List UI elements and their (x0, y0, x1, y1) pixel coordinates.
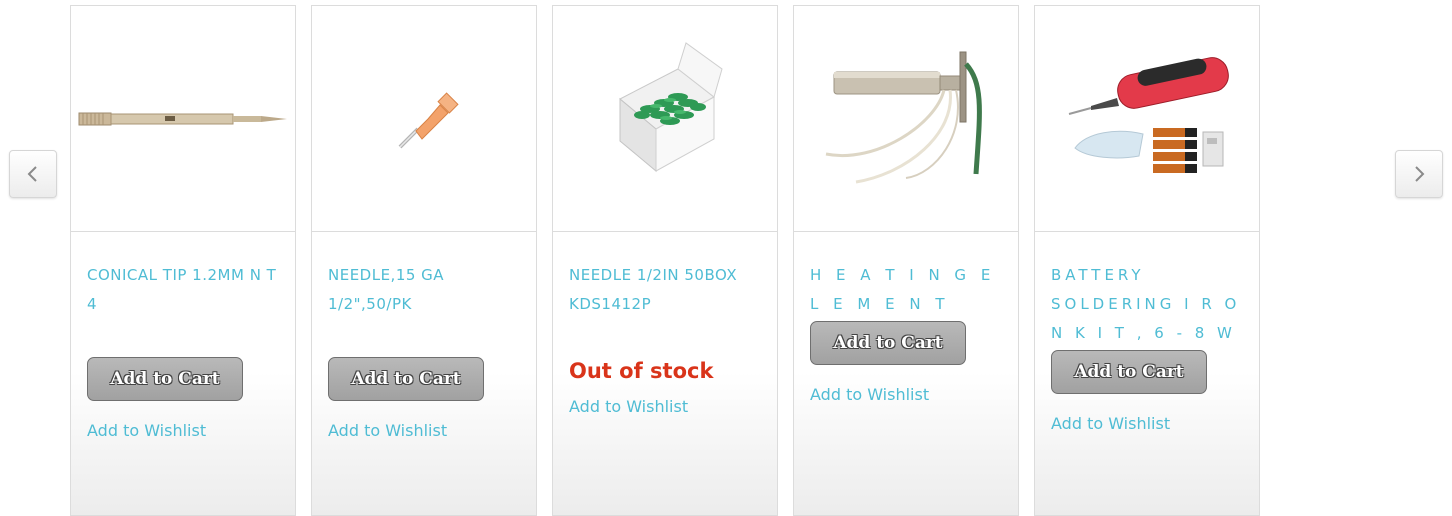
product-card: CONICAL TIP 1.2MM N T 4 Add to Cart Add … (70, 5, 296, 516)
add-to-wishlist-link[interactable]: Add to Wishlist (328, 421, 518, 440)
add-to-cart-button[interactable]: Add to Cart (87, 357, 243, 401)
product-title[interactable]: BATTERY SOLDERING I R O N K I T , 6 - 8 … (1051, 261, 1241, 348)
carousel-next-button[interactable] (1395, 150, 1443, 198)
battery-soldering-kit-image[interactable] (1035, 6, 1259, 232)
needle-box-image[interactable] (553, 6, 777, 232)
product-card: BATTERY SOLDERING I R O N K I T , 6 - 8 … (1034, 5, 1260, 516)
carousel-prev-button[interactable] (9, 150, 57, 198)
chevron-left-icon (27, 166, 37, 182)
add-to-cart-button[interactable]: Add to Cart (328, 357, 484, 401)
product-title[interactable]: CONICAL TIP 1.2MM N T 4 (87, 261, 277, 319)
add-to-cart-button[interactable]: Add to Cart (810, 321, 966, 365)
add-to-wishlist-link[interactable]: Add to Wishlist (1051, 414, 1241, 433)
product-card: H E A T I N G E L E M E N T Add to Cart … (793, 5, 1019, 516)
product-card: NEEDLE 1/2IN 50BOX KDS1412P Out of stock… (552, 5, 778, 516)
product-title[interactable]: H E A T I N G E L E M E N T (810, 261, 1000, 319)
product-title[interactable]: NEEDLE,15 GA 1/2",50/PK (328, 261, 518, 319)
product-title[interactable]: NEEDLE 1/2IN 50BOX KDS1412P (569, 261, 759, 319)
add-to-cart-button[interactable]: Add to Cart (1051, 350, 1207, 394)
add-to-wishlist-link[interactable]: Add to Wishlist (810, 385, 1000, 404)
chevron-right-icon (1415, 166, 1425, 182)
needle-image[interactable] (312, 6, 536, 232)
conical-tip-image[interactable] (71, 6, 295, 232)
heating-element-image[interactable] (794, 6, 1018, 232)
out-of-stock-label: Out of stock (569, 359, 714, 383)
product-card: NEEDLE,15 GA 1/2",50/PK Add to Cart Add … (311, 5, 537, 516)
add-to-wishlist-link[interactable]: Add to Wishlist (87, 421, 277, 440)
add-to-wishlist-link[interactable]: Add to Wishlist (569, 397, 759, 416)
